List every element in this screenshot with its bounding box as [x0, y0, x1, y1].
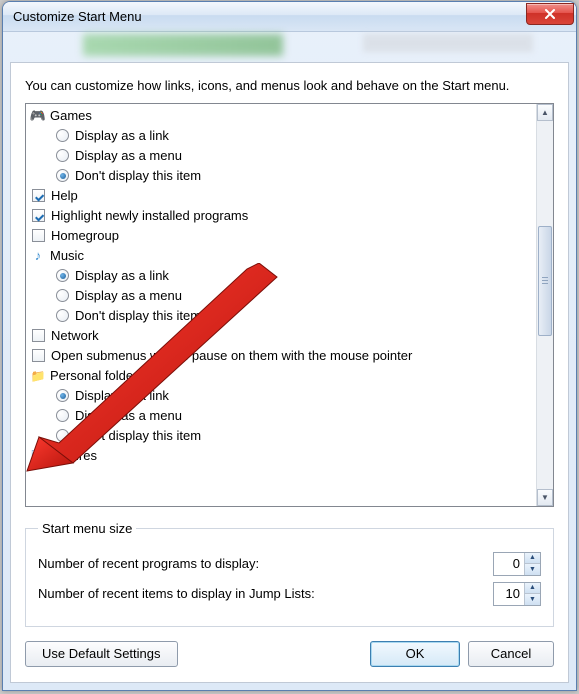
radio-icon[interactable] [56, 409, 69, 422]
category-label: Personal folder [50, 368, 137, 383]
spin-down-icon[interactable]: ▼ [525, 594, 540, 605]
music-display-link-row[interactable]: Display as a link [30, 266, 532, 286]
option-label: Homegroup [51, 228, 119, 243]
radio-icon[interactable] [56, 269, 69, 282]
scroll-down-button[interactable]: ▼ [537, 489, 553, 506]
recent-programs-spinner[interactable]: ▲ ▼ [493, 552, 541, 576]
background-blur [83, 34, 283, 56]
checkbox-icon[interactable] [32, 329, 45, 342]
pictures-icon: 🖼 [30, 448, 46, 464]
folder-icon: 📁 [30, 368, 46, 384]
games-icon: 🎮 [30, 108, 46, 124]
window-title: Customize Start Menu [13, 9, 526, 24]
scroll-track[interactable] [537, 121, 553, 489]
option-label: Display as a menu [75, 288, 182, 303]
ok-button[interactable]: OK [370, 641, 460, 667]
dialog-buttons: Use Default Settings OK Cancel [25, 641, 554, 667]
cancel-button[interactable]: Cancel [468, 641, 554, 667]
vertical-scrollbar[interactable]: ▲ ▼ [536, 104, 553, 506]
games-display-menu-row[interactable]: Display as a menu [30, 146, 532, 166]
intro-text: You can customize how links, icons, and … [25, 77, 554, 95]
personal-display-menu-row[interactable]: Display as a menu [30, 406, 532, 426]
checkbox-icon[interactable] [32, 189, 45, 202]
option-label: Display as a link [75, 128, 169, 143]
music-display-menu-row[interactable]: Display as a menu [30, 286, 532, 306]
option-label: Help [51, 188, 78, 203]
recent-programs-row: Number of recent programs to display: ▲ … [38, 552, 541, 576]
personal-dont-display-row[interactable]: Don't display this item [30, 426, 532, 446]
category-label: Music [50, 248, 84, 263]
open-submenus-row[interactable]: Open submenus when I pause on them with … [30, 346, 532, 366]
help-row[interactable]: Help [30, 186, 532, 206]
option-label: Display as a link [75, 268, 169, 283]
spin-up-icon[interactable]: ▲ [525, 553, 540, 565]
start-menu-size-group: Start menu size Number of recent program… [25, 521, 554, 627]
group-legend: Start menu size [38, 521, 136, 536]
games-display-link-row[interactable]: Display as a link [30, 126, 532, 146]
checkbox-icon[interactable] [32, 349, 45, 362]
recent-programs-label: Number of recent programs to display: [38, 556, 493, 571]
scroll-thumb[interactable] [538, 226, 552, 336]
checkbox-icon[interactable] [32, 209, 45, 222]
radio-icon[interactable] [56, 289, 69, 302]
games-dont-display-row[interactable]: Don't display this item [30, 166, 532, 186]
option-label: Display as a menu [75, 408, 182, 423]
close-icon [544, 9, 556, 19]
category-games: 🎮 Games [30, 106, 532, 126]
option-label: Display as a menu [75, 148, 182, 163]
options-list-inner: 🎮 Games Display as a link Display as a m… [26, 104, 536, 468]
category-label: Pictures [50, 448, 97, 463]
music-icon: ♪ [30, 248, 46, 264]
use-default-settings-button[interactable]: Use Default Settings [25, 641, 178, 667]
jump-lists-spinner[interactable]: ▲ ▼ [493, 582, 541, 606]
options-list: 🎮 Games Display as a link Display as a m… [25, 103, 554, 507]
radio-icon[interactable] [56, 389, 69, 402]
radio-icon[interactable] [56, 429, 69, 442]
checkbox-icon[interactable] [32, 229, 45, 242]
option-label: Don't display this item [75, 168, 201, 183]
homegroup-row[interactable]: Homegroup [30, 226, 532, 246]
recent-programs-input[interactable] [494, 553, 524, 575]
category-pictures: 🖼 Pictures [30, 446, 532, 466]
jump-lists-row: Number of recent items to display in Jum… [38, 582, 541, 606]
category-music: ♪ Music [30, 246, 532, 266]
option-label: Open submenus when I pause on them with … [51, 348, 412, 363]
network-row[interactable]: Network [30, 326, 532, 346]
spin-down-icon[interactable]: ▼ [525, 564, 540, 575]
radio-icon[interactable] [56, 149, 69, 162]
option-label: Don't display this item [75, 428, 201, 443]
dialog-window: Customize Start Menu You can customize h… [2, 1, 577, 691]
option-label: Don't display this item [75, 308, 201, 323]
jump-lists-label: Number of recent items to display in Jum… [38, 586, 493, 601]
category-label: Games [50, 108, 92, 123]
jump-lists-input[interactable] [494, 583, 524, 605]
client-area: You can customize how links, icons, and … [10, 62, 569, 683]
radio-icon[interactable] [56, 169, 69, 182]
music-dont-display-row[interactable]: Don't display this item [30, 306, 532, 326]
category-personal-folder: 📁 Personal folder [30, 366, 532, 386]
radio-icon[interactable] [56, 129, 69, 142]
background-blur [363, 34, 533, 52]
option-label: Highlight newly installed programs [51, 208, 248, 223]
highlight-new-programs-row[interactable]: Highlight newly installed programs [30, 206, 532, 226]
scroll-up-button[interactable]: ▲ [537, 104, 553, 121]
close-button[interactable] [526, 3, 574, 25]
titlebar: Customize Start Menu [3, 2, 576, 32]
option-label: Display as a link [75, 388, 169, 403]
personal-display-link-row[interactable]: Display as a link [30, 386, 532, 406]
spin-up-icon[interactable]: ▲ [525, 583, 540, 595]
radio-icon[interactable] [56, 309, 69, 322]
option-label: Network [51, 328, 99, 343]
